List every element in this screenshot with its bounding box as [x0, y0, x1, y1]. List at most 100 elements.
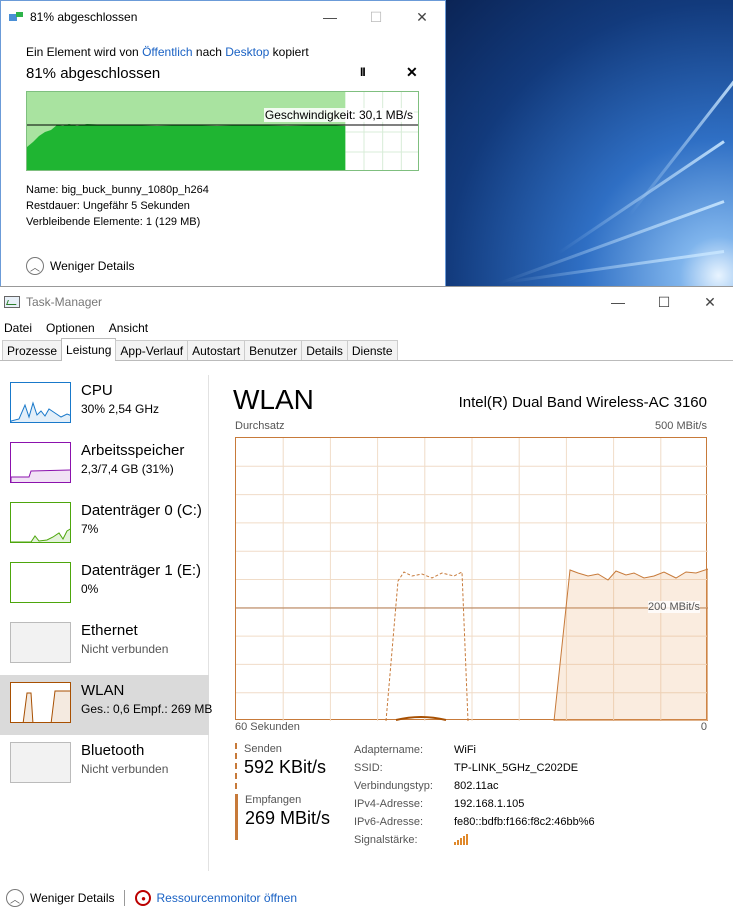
sidebar-item-memory[interactable]: Arbeitsspeicher 2,3/7,4 GB (31%) [0, 435, 209, 495]
fewer-details-toggle[interactable]: ︿ Weniger Details [26, 257, 134, 275]
mid-throughput-label: 200 MBit/s [648, 601, 700, 613]
copy-dialog-titlebar: 81% abgeschlossen — ☐ ✕ [1, 1, 445, 33]
x-axis-right-label: 0 [700, 721, 707, 733]
sidebar-memory-name: Arbeitsspeicher [81, 442, 185, 459]
copy-description: Ein Element wird von Öffentlich nach Des… [26, 45, 309, 59]
x-axis-left-label: 60 Sekunden [235, 721, 300, 733]
desktop-wallpaper [444, 0, 733, 290]
sidebar-bluetooth-value: Nicht verbunden [81, 762, 169, 776]
task-manager-window: Task-Manager — ☐ ✕ Datei Optionen Ansich… [0, 286, 733, 919]
tm-close-button[interactable]: ✕ [687, 286, 733, 318]
tab-prozesse[interactable]: Prozesse [2, 340, 63, 360]
cpu-thumbnail [10, 382, 71, 423]
tab-autostart[interactable]: Autostart [187, 340, 246, 360]
sidebar-item-bluetooth[interactable]: Bluetooth Nicht verbunden [0, 735, 209, 795]
throughput-graph: 200 MBit/s [235, 437, 708, 721]
copy-icon [9, 12, 23, 22]
sidebar-cpu-value: 30% 2,54 GHz [81, 402, 160, 416]
page-title: WLAN [233, 384, 314, 415]
adapter-details: Adaptername: WiFi SSID: TP-LINK_5GHz_C202D… [354, 741, 595, 849]
bluetooth-thumbnail [10, 742, 71, 783]
tab-app-verlauf[interactable]: App-Verlauf [115, 340, 189, 360]
tm-maximize-button[interactable]: ☐ [641, 286, 687, 318]
close-button[interactable]: ✕ [399, 1, 445, 33]
sidebar-item-disk-c[interactable]: Datenträger 0 (C:) 7% [0, 495, 209, 555]
tab-bar: Prozesse Leistung App-Verlauf Autostart … [0, 338, 733, 361]
detail-value: TP-LINK_5GHz_C202DE [454, 762, 579, 774]
minimize-button[interactable]: — [307, 1, 353, 33]
copy-description-suffix: kopiert [272, 45, 309, 59]
receive-label: Empfangen [245, 794, 302, 806]
sidebar-disk-c-value: 7% [81, 522, 99, 536]
resource-monitor-link[interactable]: Ressourcenmonitor öffnen [156, 891, 297, 905]
menu-ansicht[interactable]: Ansicht [109, 321, 148, 335]
performance-sidebar: CPU 30% 2,54 GHz Arbeitsspeicher 2,3/7,4… [0, 375, 213, 871]
sidebar-item-ethernet[interactable]: Ethernet Nicht verbunden [0, 615, 209, 675]
detail-value: 802.11ac [454, 780, 499, 792]
sidebar-disk-e-name: Datenträger 1 (E:) [81, 562, 202, 579]
speed-area [27, 124, 346, 170]
remaining-items: Verbleibende Elemente: 1 (129 MB) [26, 216, 201, 228]
tab-details[interactable]: Details [301, 340, 348, 360]
fewer-details-label: Weniger Details [50, 259, 135, 273]
detail-value: WiFi [454, 744, 476, 756]
detail-row: Signalstärke: [354, 831, 595, 849]
file-name: Name: big_buck_bunny_1080p_h264 [26, 184, 209, 196]
maximize-button: ☐ [369, 8, 383, 25]
task-manager-icon [4, 296, 20, 308]
sidebar-item-wlan[interactable]: WLAN Ges.: 0,6 Empf.: 269 MB [0, 675, 213, 735]
menu-bar: Datei Optionen Ansicht [0, 317, 733, 339]
task-manager-footer: ︿ Weniger Details ● Ressourcenmonitor öf… [0, 883, 733, 913]
sidebar-item-disk-e[interactable]: Datenträger 1 (E:) 0% [0, 555, 209, 615]
tab-leistung[interactable]: Leistung [61, 338, 117, 361]
receive-value: 269 MBit/s [245, 808, 331, 828]
tab-dienste[interactable]: Dienste [346, 340, 398, 360]
copy-description-prefix: Ein Element wird von [26, 45, 139, 59]
sidebar-wlan-value: Ges.: 0,6 Empf.: 269 MB [81, 702, 213, 716]
resource-monitor-icon: ● [135, 890, 152, 906]
detail-key: IPv6-Adresse: [354, 816, 424, 828]
detail-row: IPv4-Adresse: 192.168.1.105 [354, 795, 595, 813]
copy-speed-graph: Geschwindigkeit: 30,1 MB/s [26, 91, 419, 171]
speed-label: Geschwindigkeit: 30,1 MB/s [263, 108, 414, 122]
cancel-copy-button[interactable]: ✕ [406, 64, 418, 81]
disk-e-thumbnail [10, 562, 71, 603]
pause-button[interactable]: II [360, 65, 366, 79]
max-throughput-label: 500 MBit/s [655, 420, 707, 432]
sidebar-disk-e-value: 0% [81, 582, 99, 596]
tm-minimize-button[interactable]: — [595, 286, 641, 318]
wlan-detail-panel: WLAN Intel(R) Dual Band Wireless-AC 3160… [233, 375, 713, 871]
destination-link[interactable]: Desktop [225, 45, 269, 59]
disk-c-thumbnail [10, 502, 71, 543]
chevron-up-icon: ︿ [26, 257, 44, 275]
menu-datei[interactable]: Datei [4, 321, 32, 335]
ethernet-thumbnail [10, 622, 71, 663]
detail-key: SSID: [354, 762, 383, 774]
progress-heading: 81% abgeschlossen [26, 65, 161, 82]
sidebar-cpu-name: CPU [81, 382, 113, 399]
sidebar-bluetooth-name: Bluetooth [81, 742, 145, 759]
send-low-line [395, 716, 447, 721]
send-value: 592 KBit/s [244, 757, 327, 777]
fewer-details-button[interactable]: Weniger Details [30, 891, 114, 905]
chevron-up-icon[interactable]: ︿ [6, 889, 24, 907]
tab-benutzer[interactable]: Benutzer [244, 340, 303, 360]
throughput-label: Durchsatz [235, 420, 285, 432]
detail-key: Verbindungstyp: [354, 780, 433, 792]
detail-key: Signalstärke: [354, 834, 418, 846]
copy-dialog-title: 81% abgeschlossen [30, 10, 138, 24]
receive-stat: Empfangen 269 MBit/s [235, 794, 355, 840]
menu-optionen[interactable]: Optionen [46, 321, 95, 335]
detail-row: Verbindungstyp: 802.11ac [354, 777, 595, 795]
detail-row: Adaptername: WiFi [354, 741, 595, 759]
send-stat: Senden 592 KBit/s [235, 743, 355, 789]
adapter-name: Intel(R) Dual Band Wireless-AC 3160 [458, 394, 707, 411]
sidebar-ethernet-name: Ethernet [81, 622, 138, 639]
detail-key: Adaptername: [354, 744, 424, 756]
sidebar-item-cpu[interactable]: CPU 30% 2,54 GHz [0, 375, 209, 435]
send-label: Senden [244, 743, 282, 755]
source-link[interactable]: Öffentlich [142, 45, 192, 59]
sidebar-memory-value: 2,3/7,4 GB (31%) [81, 462, 174, 476]
memory-thumbnail [10, 442, 71, 483]
copy-description-middle: nach [195, 45, 222, 59]
